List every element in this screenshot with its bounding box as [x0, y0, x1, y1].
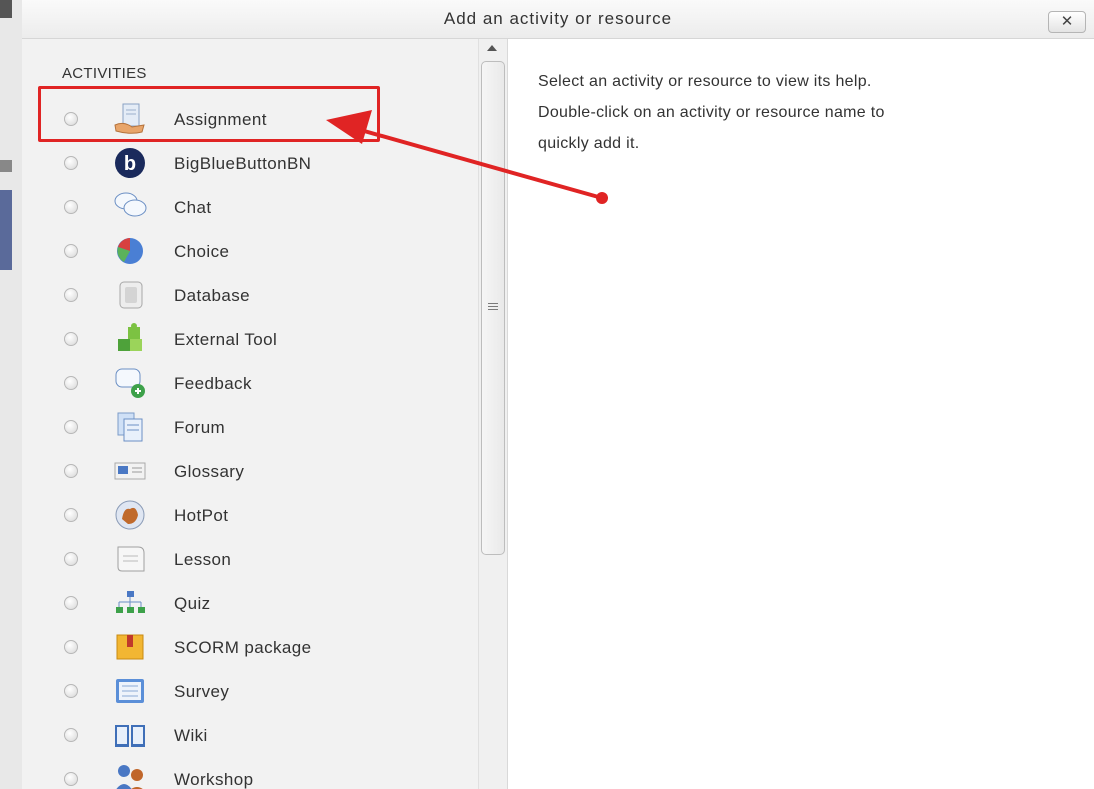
- activity-item-chat[interactable]: Chat: [42, 187, 390, 227]
- external-tool-icon: [118, 323, 142, 351]
- activity-label: Quiz: [174, 594, 211, 613]
- activity-item-wiki[interactable]: Wiki: [42, 715, 390, 755]
- close-icon: ✕: [1060, 13, 1074, 30]
- activity-item-forum[interactable]: Forum: [42, 407, 390, 447]
- activity-item-feedback[interactable]: Feedback: [42, 363, 390, 403]
- choice-icon: [117, 238, 143, 264]
- activity-radio[interactable]: [64, 508, 78, 522]
- activity-label: Choice: [174, 242, 230, 261]
- activity-label: SCORM package: [174, 638, 312, 657]
- activity-label: Wiki: [174, 726, 208, 745]
- activity-item-hotpot[interactable]: HotPot: [42, 495, 390, 535]
- help-text: Select an activity or resource to view i…: [538, 66, 1078, 159]
- scorm-icon: [116, 634, 144, 660]
- activity-list-pane: ACTIVITIES Assignment b BigBlueButtonBN: [22, 39, 479, 789]
- activity-label: Workshop: [174, 770, 254, 789]
- close-button[interactable]: ✕: [1048, 11, 1086, 33]
- activity-label: Forum: [174, 418, 226, 437]
- activity-radio[interactable]: [64, 156, 78, 170]
- activity-radio[interactable]: [64, 288, 78, 302]
- forum-icon: [117, 412, 143, 442]
- workshop-icon: [116, 765, 143, 789]
- wiki-icon: [115, 725, 145, 747]
- activity-radio[interactable]: [64, 640, 78, 654]
- hotpot-icon: [115, 500, 145, 530]
- scroll-up-arrow-icon[interactable]: [487, 45, 497, 51]
- activity-radio[interactable]: [64, 596, 78, 610]
- background-page-strip: [0, 0, 22, 789]
- activity-label: Lesson: [174, 550, 232, 569]
- lesson-icon: [117, 546, 145, 572]
- help-pane: Select an activity or resource to view i…: [508, 39, 1094, 789]
- background-mark: [0, 160, 12, 172]
- activity-radio[interactable]: [64, 772, 78, 786]
- activity-radio[interactable]: [64, 464, 78, 478]
- activities-section-title: ACTIVITIES: [62, 65, 147, 82]
- activity-label: BigBlueButtonBN: [174, 154, 312, 173]
- activity-radio[interactable]: [64, 376, 78, 390]
- activity-item-database[interactable]: Database: [42, 275, 390, 315]
- activity-item-quiz[interactable]: Quiz: [42, 583, 390, 623]
- activity-radio[interactable]: [64, 552, 78, 566]
- dialog-titlebar: Add an activity or resource ✕: [22, 0, 1094, 39]
- activity-radio[interactable]: [64, 244, 78, 258]
- background-mark: [0, 190, 12, 270]
- activity-item-lesson[interactable]: Lesson: [42, 539, 390, 579]
- help-line: Select an activity or resource to view i…: [538, 73, 872, 90]
- activity-radio[interactable]: [64, 728, 78, 742]
- activity-item-bigbluebuttonbn[interactable]: b BigBlueButtonBN: [42, 143, 390, 183]
- activity-item-survey[interactable]: Survey: [42, 671, 390, 711]
- svg-text:b: b: [124, 153, 136, 175]
- activity-radio[interactable]: [64, 332, 78, 346]
- activity-label: Chat: [174, 198, 212, 217]
- activity-radio[interactable]: [64, 420, 78, 434]
- activity-item-external-tool[interactable]: External Tool: [42, 319, 390, 359]
- activity-label: Database: [174, 286, 250, 305]
- bigbluebutton-icon: b: [115, 148, 145, 178]
- activity-label: External Tool: [174, 330, 278, 349]
- survey-icon: [116, 679, 144, 703]
- database-icon: [119, 281, 143, 309]
- quiz-icon: [116, 591, 145, 613]
- activity-radio[interactable]: [64, 200, 78, 214]
- feedback-icon: [115, 368, 145, 398]
- activity-item-choice[interactable]: Choice: [42, 231, 390, 271]
- scrollbar-thumb[interactable]: [481, 61, 505, 555]
- activity-label: Feedback: [174, 374, 252, 393]
- activity-label: Glossary: [174, 462, 245, 481]
- activity-item-workshop[interactable]: Workshop: [42, 759, 390, 789]
- grip-icon: [488, 303, 498, 311]
- background-mark: [0, 0, 12, 18]
- help-line: Double-click on an activity or resource …: [538, 104, 885, 121]
- annotation-highlight-box: [38, 86, 380, 142]
- activity-radio[interactable]: [64, 684, 78, 698]
- activity-label: HotPot: [174, 506, 229, 525]
- activity-label: Survey: [174, 682, 230, 701]
- activity-item-scorm-package[interactable]: SCORM package: [42, 627, 390, 667]
- chat-icon: [114, 192, 147, 217]
- help-line: quickly add it.: [538, 135, 640, 152]
- dialog-title: Add an activity or resource: [443, 9, 673, 28]
- glossary-icon: [114, 462, 146, 480]
- activity-item-glossary[interactable]: Glossary: [42, 451, 390, 491]
- activity-list-scrollbar[interactable]: [478, 39, 508, 789]
